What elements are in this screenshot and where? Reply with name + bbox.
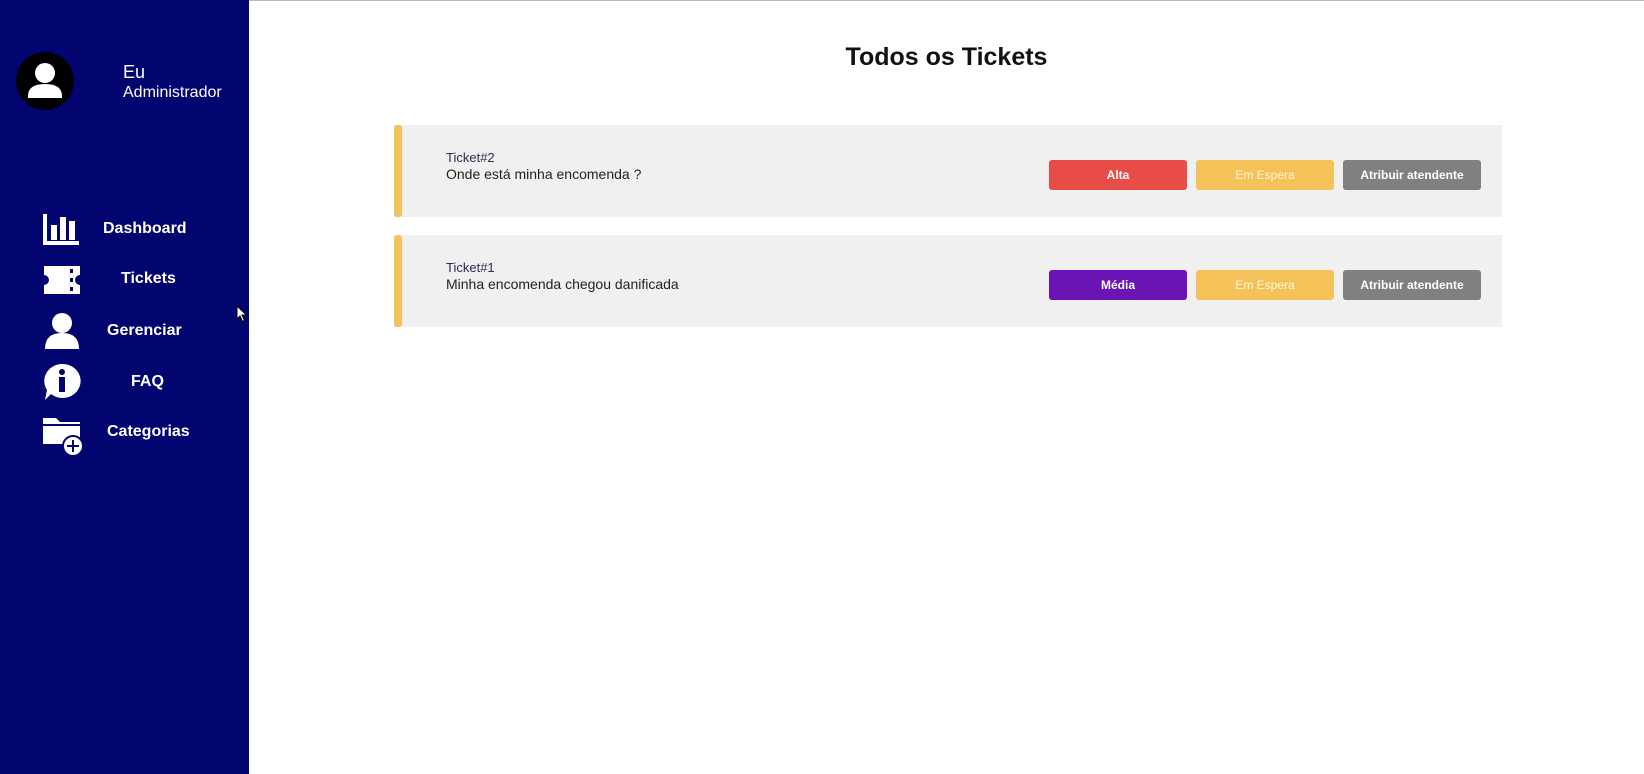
sidebar-item-label: Categorias	[107, 423, 190, 440]
sidebar-item-faq[interactable]: FAQ	[0, 359, 249, 405]
ticket-card[interactable]: Ticket#1 Minha encomenda chegou danifica…	[394, 235, 1502, 327]
page-title: Todos os Tickets	[845, 43, 1048, 71]
sidebar-item-tickets[interactable]: Tickets	[0, 257, 249, 303]
assign-agent-button[interactable]: Atribuir atendente	[1343, 270, 1481, 300]
ticket-card[interactable]: Ticket#2 Onde está minha encomenda ? Alt…	[394, 125, 1502, 217]
assign-agent-button[interactable]: Atribuir atendente	[1343, 160, 1481, 190]
profile-name: Eu	[123, 62, 146, 82]
ticket-description: Minha encomenda chegou danificada	[446, 276, 679, 292]
priority-button[interactable]: Média	[1049, 270, 1187, 300]
sidebar-item-categorias[interactable]: Categorias	[0, 410, 249, 457]
sidebar-item-label: Gerenciar	[107, 322, 182, 339]
sidebar-item-gerenciar[interactable]: Gerenciar	[0, 308, 249, 354]
sidebar-item-label: Tickets	[121, 270, 176, 287]
folder-add-icon	[42, 414, 84, 457]
user-avatar-icon[interactable]	[16, 52, 74, 110]
ticket-id: Ticket#2	[446, 150, 495, 165]
ticket-id: Ticket#1	[446, 260, 495, 275]
sidebar-item-dashboard[interactable]: Dashboard	[0, 206, 249, 252]
sidebar: Eu Administrador Dashboard Tickets Geren…	[0, 0, 249, 774]
status-button[interactable]: Em Espera	[1196, 160, 1334, 190]
info-bubble-icon	[42, 362, 82, 402]
priority-button[interactable]: Alta	[1049, 160, 1187, 190]
person-icon	[42, 311, 82, 351]
mouse-pointer-icon	[236, 304, 248, 323]
profile-role: Administrador	[123, 84, 222, 101]
ticket-accent-bar	[394, 235, 402, 327]
ticket-description: Onde está minha encomenda ?	[446, 166, 642, 182]
status-button[interactable]: Em Espera	[1196, 270, 1334, 300]
sidebar-item-label: Dashboard	[103, 220, 187, 237]
sidebar-item-label: FAQ	[131, 373, 164, 390]
bar-chart-icon	[41, 209, 81, 249]
ticket-accent-bar	[394, 125, 402, 217]
ticket-icon	[42, 260, 82, 300]
